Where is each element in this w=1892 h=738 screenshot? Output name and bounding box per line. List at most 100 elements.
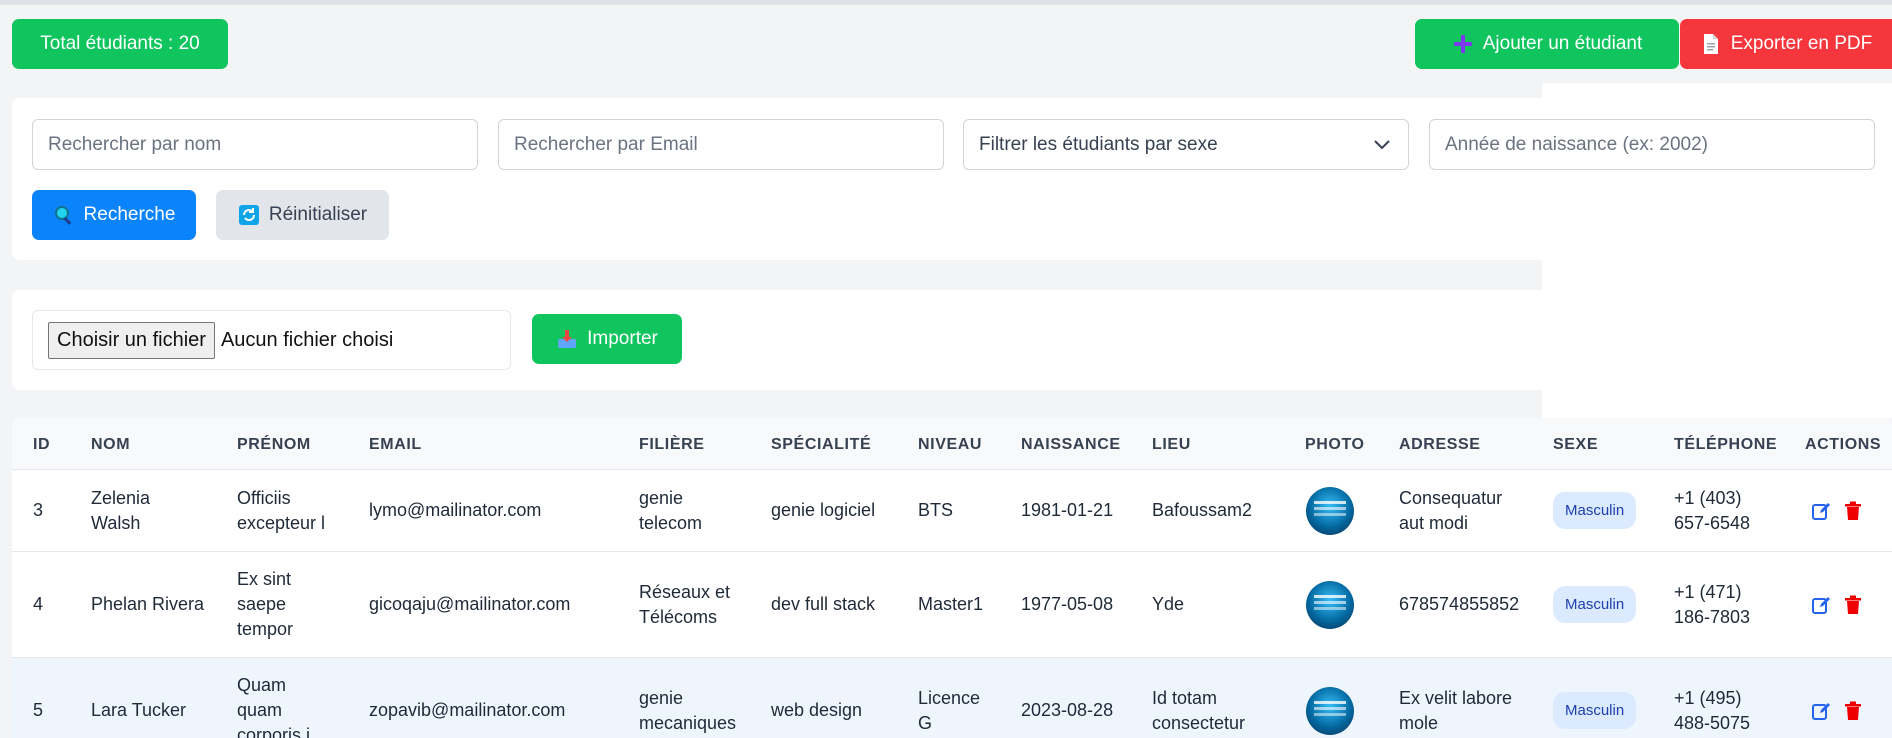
name-search-field[interactable] [32, 119, 478, 170]
lieu-line: Id totam [1152, 687, 1218, 708]
filiere-line: Télécoms [639, 606, 718, 627]
col-adresse: ADRESSE [1399, 436, 1481, 453]
add-student-button[interactable]: Ajouter un étudiant [1415, 19, 1679, 69]
cell-photo [1306, 470, 1354, 551]
prenom-line: Ex sint [237, 569, 292, 589]
col-telephone: TÉLÉPHONE [1674, 436, 1778, 453]
cell-niveau: BTS [918, 500, 954, 520]
cell-nom: Phelan Rivera [91, 594, 205, 614]
telephone-line: 488-5075 [1674, 712, 1751, 733]
col-naissance: NAISSANCE [1021, 436, 1121, 453]
col-email: EMAIL [369, 436, 422, 453]
file-input[interactable]: Choisir un fichier Aucun fichier choisi [32, 310, 511, 370]
cell-telephone: +1 (495) 488-5075 [1674, 658, 1750, 738]
col-lieu: LIEU [1152, 436, 1191, 453]
edit-icon[interactable] [1810, 594, 1832, 616]
sex-filter-select[interactable]: Filtrer les étudiants par sexe [963, 119, 1409, 170]
cell-actions [1810, 470, 1874, 551]
status-badge: Masculin [1553, 492, 1637, 529]
refresh-icon [238, 204, 260, 226]
name-search-input[interactable] [48, 133, 477, 156]
cell-nom: Lara Tucker [91, 700, 187, 720]
export-pdf-button[interactable]: Exporter en PDF [1680, 19, 1892, 69]
inbox-tray-icon [556, 328, 578, 350]
cell-nom: Zelenia Walsh [91, 470, 150, 551]
prenom-line: quam [237, 700, 283, 720]
adresse-line: Ex velit labore [1399, 687, 1513, 708]
reset-button[interactable]: Réinitialiser [216, 190, 389, 240]
cell-naissance: 2023-08-28 [1021, 700, 1114, 720]
no-file-label: Aucun fichier choisi [220, 328, 394, 351]
total-students-label: Total étudiants : 20 [40, 33, 200, 54]
import-label: Importer [587, 328, 658, 349]
birth-year-field[interactable] [1429, 119, 1875, 170]
col-actions: ACTIONS [1805, 436, 1882, 453]
cell-specialite: genie logiciel [771, 500, 876, 520]
telephone-line: 657-6548 [1674, 512, 1751, 533]
col-nom: NOM [91, 436, 131, 453]
telephone-line: +1 (403) [1674, 487, 1742, 508]
cell-filiere: genie telecom [639, 470, 702, 551]
cell-filiere: Réseaux et Télécoms [639, 552, 730, 657]
cell-lieu: Id totam consectetur [1152, 658, 1245, 738]
cell-email: gicoqaju@mailinator.com [369, 594, 571, 614]
cell-telephone: +1 (471) 186-7803 [1674, 552, 1750, 657]
cell-adresse: Ex velit labore mole [1399, 658, 1512, 738]
prenom-line: Officiis [237, 487, 291, 508]
document-icon [1700, 33, 1722, 55]
table-row: 5 Lara Tucker Quam quam corporis i zopav… [12, 658, 1892, 738]
magnifier-icon [53, 204, 75, 226]
filiere-line: mecaniques [639, 712, 737, 733]
cell-filiere: genie mecaniques [639, 658, 736, 738]
nom-line: Walsh [91, 512, 141, 533]
telephone-line: +1 (471) [1674, 581, 1742, 602]
cell-email: zopavib@mailinator.com [369, 700, 566, 720]
prenom-line: Quam [237, 675, 287, 695]
export-pdf-label: Exporter en PDF [1730, 33, 1873, 54]
email-search-field[interactable] [498, 119, 944, 170]
cell-lieu: Yde [1152, 594, 1185, 614]
edit-icon[interactable] [1810, 500, 1832, 522]
prenom-line: corporis i [237, 725, 311, 738]
cell-photo [1306, 658, 1354, 738]
cell-sexe: Masculin [1553, 658, 1637, 738]
edit-icon[interactable] [1810, 700, 1832, 722]
import-button[interactable]: Importer [532, 314, 682, 364]
cell-specialite: web design [771, 700, 863, 720]
plus-icon [1452, 33, 1474, 55]
cell-prenom: Ex sint saepe tempor [237, 552, 293, 657]
cell-id: 3 [33, 500, 44, 520]
cell-adresse: Consequatur aut modi [1399, 470, 1502, 551]
telephone-line: +1 (495) [1674, 687, 1742, 708]
adresse-line: Consequatur [1399, 487, 1503, 508]
search-button[interactable]: Recherche [32, 190, 196, 240]
trash-icon[interactable] [1842, 500, 1864, 522]
prenom-line: saepe [237, 594, 287, 614]
avatar [1306, 580, 1354, 629]
avatar [1306, 686, 1354, 735]
students-table: ID NOM PRÉNOM EMAIL FILIÈRE SPÉCIALITÉ N… [12, 418, 1892, 738]
table-row: 4 Phelan Rivera Ex sint saepe tempor gic… [12, 552, 1892, 658]
cell-specialite: dev full stack [771, 594, 876, 614]
cell-id: 4 [33, 594, 44, 614]
avatar [1306, 486, 1354, 535]
status-badge: Masculin [1553, 586, 1637, 623]
search-label: Recherche [83, 204, 176, 225]
trash-icon[interactable] [1842, 594, 1864, 616]
nom-line: Zelenia [91, 487, 151, 508]
choose-file-button[interactable]: Choisir un fichier [48, 321, 215, 359]
birth-year-input[interactable] [1445, 133, 1874, 156]
email-search-input[interactable] [514, 133, 943, 156]
filiere-line: genie [639, 687, 684, 708]
adresse-line: mole [1399, 712, 1439, 733]
col-prenom: PRÉNOM [237, 436, 311, 453]
cell-naissance: 1981-01-21 [1021, 500, 1114, 520]
cell-prenom: Officiis excepteur l [237, 470, 325, 551]
reset-label: Réinitialiser [268, 204, 368, 225]
prenom-line: tempor [237, 619, 294, 639]
trash-icon[interactable] [1842, 700, 1864, 722]
adresse-line: aut modi [1399, 512, 1469, 533]
total-students-badge: Total étudiants : 20 [12, 19, 228, 69]
table-header: ID NOM PRÉNOM EMAIL FILIÈRE SPÉCIALITÉ N… [12, 418, 1892, 470]
filiere-line: telecom [639, 512, 703, 533]
